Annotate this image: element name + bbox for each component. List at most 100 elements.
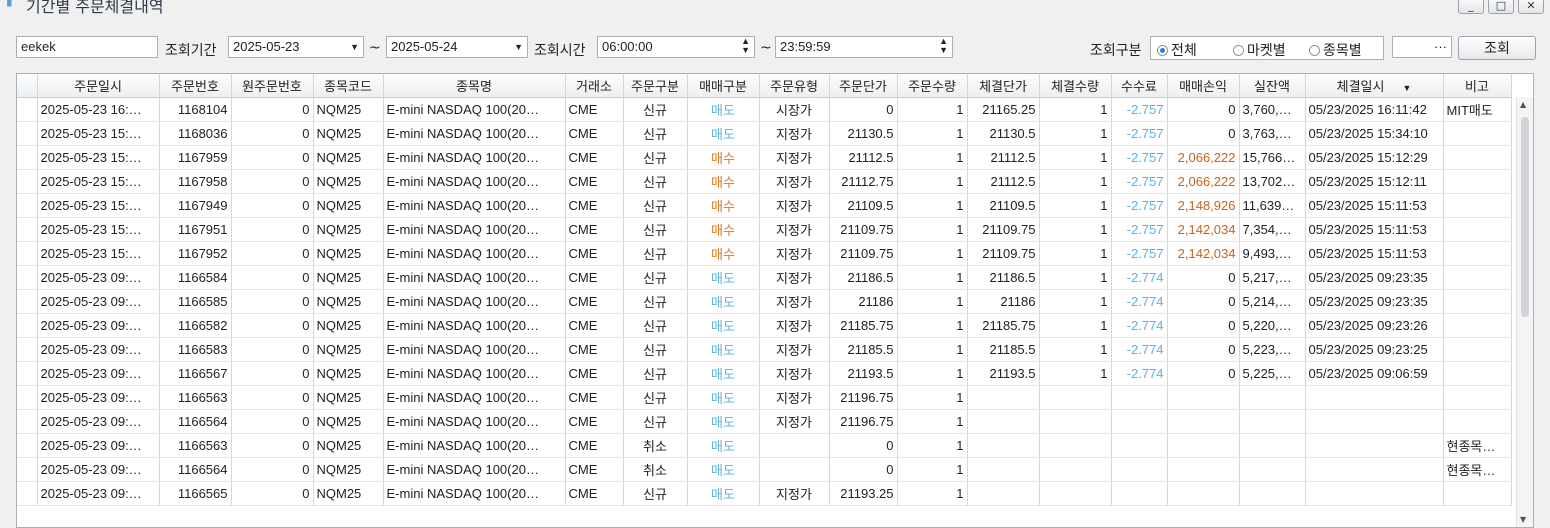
column-header-fee[interactable]: 수수료 (1111, 74, 1168, 98)
column-header-orig-order-no[interactable]: 원주문번호 (231, 74, 314, 98)
column-header-side[interactable]: 매매구분 (687, 74, 760, 98)
date-from-dropdown[interactable]: 2025-05-23 ▼ (228, 36, 364, 58)
table-row[interactable]: 2025-05-23 15:… 1168036 0 NQM25 E-mini NASDA… (17, 121, 1512, 146)
table-row[interactable]: 2025-05-23 09:… 1166582 0 NQM25 E-mini NASDA… (17, 313, 1512, 338)
table-row[interactable]: 2025-05-23 15:… 1167959 0 NQM25 E-mini NASDA… (17, 145, 1512, 170)
date-to-dropdown[interactable]: 2025-05-24 ▼ (386, 36, 528, 58)
ellipsis-icon[interactable]: ··· (1434, 39, 1447, 54)
scroll-thumb[interactable] (1521, 117, 1529, 317)
radio-all[interactable]: 전체 (1157, 40, 1197, 60)
cell-order-qty: 1 (897, 481, 968, 506)
row-selector[interactable] (17, 481, 38, 506)
table-row[interactable]: 2025-05-23 15:… 1167949 0 NQM25 E-mini NASDA… (17, 193, 1512, 218)
row-selector[interactable] (17, 145, 38, 170)
column-header-symbol-code[interactable]: 종목코드 (313, 74, 384, 98)
table-row[interactable]: 2025-05-23 09:… 1166584 0 NQM25 E-mini NASDA… (17, 265, 1512, 290)
row-selector[interactable] (17, 433, 38, 458)
table-row[interactable]: 2025-05-23 09:… 1166564 0 NQM25 E-mini NASDA… (17, 457, 1512, 482)
row-selector[interactable] (17, 289, 38, 314)
cell-orig-order-no: 0 (231, 217, 314, 242)
search-button[interactable]: 조회 (1458, 36, 1536, 60)
cell-exchange: CME (565, 97, 624, 122)
column-header-fill-qty[interactable]: 체결수량 (1039, 74, 1112, 98)
cell-fill-qty (1039, 457, 1112, 482)
table-row[interactable]: 2025-05-23 15:… 1167952 0 NQM25 E-mini NASDA… (17, 241, 1512, 266)
column-header-order-no[interactable]: 주문번호 (159, 74, 232, 98)
order-history-grid: 주문일시 주문번호 원주문번호 종목코드 종목명 거래소 주문구분 매매구분 주문유형 주문단가 주… (16, 73, 1534, 528)
cell-pnl: 0 (1167, 121, 1240, 146)
radio-symbol[interactable]: 종목별 (1309, 40, 1362, 60)
cell-side: 매도 (687, 385, 760, 410)
row-selector[interactable] (17, 169, 38, 194)
row-selector[interactable] (17, 457, 38, 482)
cell-order-time: 2025-05-23 16:… (37, 97, 160, 122)
table-row[interactable]: 2025-05-23 09:… 1166583 0 NQM25 E-mini NASDA… (17, 337, 1512, 362)
column-header-fill-time[interactable]: 체결일시 ▼ (1305, 74, 1444, 98)
cell-fill-time: 05/23/2025 15:11:53 (1305, 241, 1444, 266)
cell-order-no: 1166585 (159, 289, 232, 314)
table-row[interactable]: 2025-05-23 09:… 1166563 0 NQM25 E-mini NASDA… (17, 385, 1512, 410)
table-row[interactable]: 2025-05-23 09:… 1166565 0 NQM25 E-mini NASDA… (17, 481, 1512, 506)
table-row[interactable]: 2025-05-23 15:… 1167958 0 NQM25 E-mini NASDA… (17, 169, 1512, 194)
cell-fee (1111, 409, 1168, 434)
close-button[interactable]: ✕ (1518, 0, 1544, 14)
column-header-order-kind[interactable]: 주문구분 (623, 74, 688, 98)
cell-order-kind: 신규 (623, 145, 688, 170)
column-header-exchange[interactable]: 거래소 (565, 74, 624, 98)
table-row[interactable]: 2025-05-23 09:… 1166563 0 NQM25 E-mini NASDA… (17, 433, 1512, 458)
row-selector[interactable] (17, 313, 38, 338)
row-selector[interactable] (17, 337, 38, 362)
time-from-stepper[interactable]: 06:00:00 ▲ ▼ (597, 36, 755, 58)
table-row[interactable]: 2025-05-23 09:… 1166567 0 NQM25 E-mini NASDA… (17, 361, 1512, 386)
cell-order-time: 2025-05-23 15:… (37, 193, 160, 218)
maximize-button[interactable]: □ (1488, 0, 1514, 14)
column-header-symbol-name[interactable]: 종목명 (383, 74, 566, 98)
time-to-stepper[interactable]: 23:59:59 ▲ ▼ (775, 36, 953, 58)
cell-order-kind: 신규 (623, 169, 688, 194)
column-header-order-time[interactable]: 주문일시 (37, 74, 160, 98)
table-row[interactable]: 2025-05-23 09:… 1166585 0 NQM25 E-mini NASDA… (17, 289, 1512, 314)
cell-symbol-name: E-mini NASDAQ 100(20… (383, 241, 566, 266)
row-selector[interactable] (17, 265, 38, 290)
minimize-button[interactable]: _ (1458, 0, 1484, 14)
cell-side: 매도 (687, 433, 760, 458)
radio-market[interactable]: 마켓별 (1233, 40, 1286, 60)
vertical-scrollbar[interactable]: ▲ ▼ (1516, 97, 1533, 527)
cell-order-no: 1166567 (159, 361, 232, 386)
table-row[interactable]: 2025-05-23 15:… 1167951 0 NQM25 E-mini NASDA… (17, 217, 1512, 242)
row-selector[interactable] (17, 241, 38, 266)
column-header-balance[interactable]: 실잔액 (1239, 74, 1306, 98)
table-row[interactable]: 2025-05-23 16:… 1168104 0 NQM25 E-mini NASDA… (17, 97, 1512, 122)
cell-pnl: 2,148,926 (1167, 193, 1240, 218)
column-header-order-price[interactable]: 주문단가 (829, 74, 898, 98)
table-row[interactable]: 2025-05-23 09:… 1166564 0 NQM25 E-mini NASDA… (17, 409, 1512, 434)
row-selector[interactable] (17, 193, 38, 218)
cell-orig-order-no: 0 (231, 409, 314, 434)
column-header-pnl[interactable]: 매매손익 (1167, 74, 1240, 98)
spin-arrows-icon[interactable]: ▲ ▼ (939, 37, 948, 55)
scroll-up-icon[interactable]: ▲ (1520, 100, 1526, 109)
column-header-order-type[interactable]: 주문유형 (759, 74, 830, 98)
row-selector[interactable] (17, 409, 38, 434)
cell-order-qty: 1 (897, 409, 968, 434)
row-selector[interactable] (17, 217, 38, 242)
symbol-picker[interactable]: ··· (1392, 36, 1452, 58)
account-field[interactable]: eekek (16, 36, 158, 58)
row-selector[interactable] (17, 385, 38, 410)
radio-selected-icon (1157, 44, 1168, 56)
cell-fill-time: 05/23/2025 09:23:35 (1305, 265, 1444, 290)
sort-desc-icon[interactable]: ▼ (1402, 83, 1411, 93)
cell-exchange: CME (565, 433, 624, 458)
column-header-order-qty[interactable]: 주문수량 (897, 74, 968, 98)
cell-order-time: 2025-05-23 09:… (37, 265, 160, 290)
row-selector[interactable] (17, 361, 38, 386)
column-header-fill-price[interactable]: 체결단가 (967, 74, 1040, 98)
cell-note (1443, 121, 1512, 146)
column-header-note[interactable]: 비고 (1443, 74, 1512, 98)
scroll-down-icon[interactable]: ▼ (1520, 515, 1526, 524)
spin-arrows-icon[interactable]: ▲ ▼ (741, 37, 750, 55)
row-selector[interactable] (17, 97, 38, 122)
row-selector[interactable] (17, 121, 38, 146)
radio-market-label: 마켓별 (1247, 43, 1286, 59)
cell-side: 매도 (687, 121, 760, 146)
